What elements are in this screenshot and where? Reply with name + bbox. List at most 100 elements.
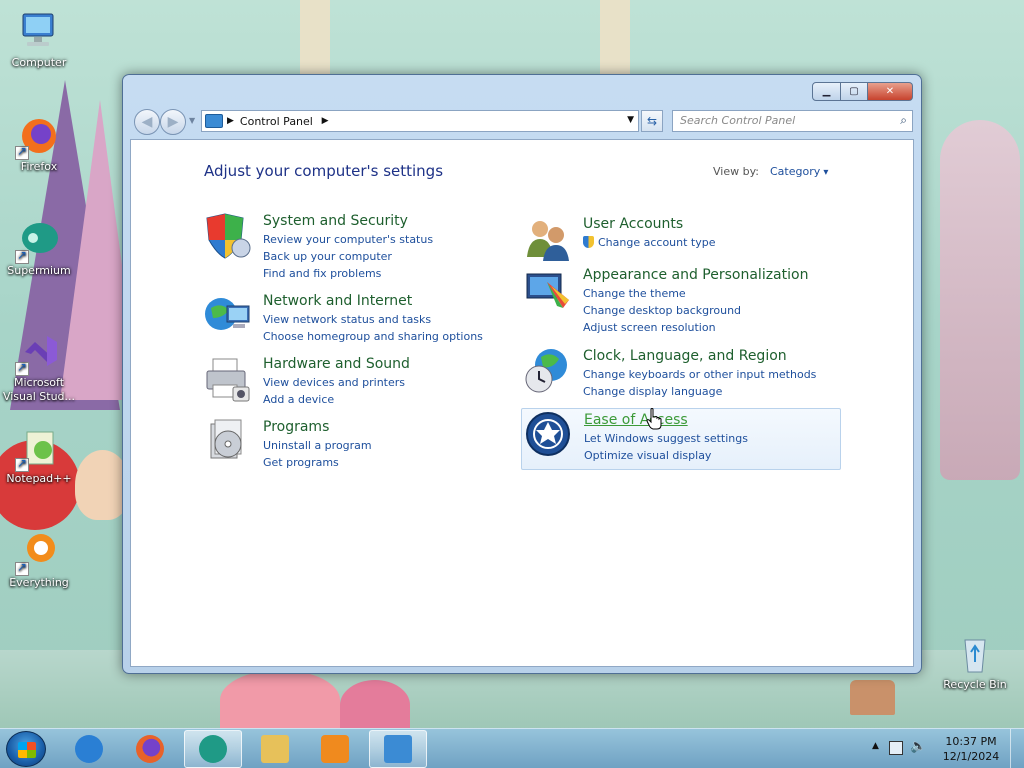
- task-link[interactable]: Add a device: [263, 391, 410, 408]
- back-button[interactable]: ◀: [134, 109, 160, 135]
- category-title[interactable]: Hardware and Sound: [263, 355, 410, 374]
- task-link[interactable]: Get programs: [263, 454, 372, 471]
- desktop-icon-label: Microsoft Visual Stud...: [2, 376, 76, 403]
- volume-icon[interactable]: 🔈: [910, 739, 926, 754]
- monitor-paint-icon: [523, 266, 573, 316]
- recycle-bin-icon: [953, 632, 997, 676]
- desktop-icon-label: Notepad++: [6, 472, 72, 485]
- task-link[interactable]: Change display language: [583, 383, 816, 400]
- task-link[interactable]: Find and fix problems: [263, 265, 433, 282]
- supermium-icon: [199, 735, 227, 763]
- maximize-button[interactable]: ▢: [841, 82, 868, 101]
- breadcrumb-control-panel[interactable]: Control Panel: [240, 115, 313, 128]
- view-by-dropdown[interactable]: Category: [770, 165, 828, 178]
- desktop-icon-notepadpp[interactable]: Notepad++: [1, 426, 77, 486]
- taskbar-supermium[interactable]: [184, 730, 242, 768]
- control-panel-icon: [384, 735, 412, 763]
- task-link[interactable]: Adjust screen resolution: [583, 319, 808, 336]
- show-hidden-icons-icon[interactable]: ▲: [872, 741, 879, 751]
- shortcut-arrow-icon: [15, 248, 29, 264]
- control-panel-window[interactable]: ▁ ▢ ✕ ◀ ▶ ▼ ▶ Control Panel ▶ ▼ ⇆ Search…: [122, 74, 922, 674]
- shortcut-arrow-icon: [15, 560, 29, 576]
- window-controls: ▁ ▢ ✕: [812, 82, 913, 101]
- task-link[interactable]: View network status and tasks: [263, 311, 483, 328]
- clock-date: 12/1/2024: [942, 750, 1000, 763]
- task-link-label[interactable]: Change account type: [598, 236, 716, 249]
- start-button[interactable]: [6, 731, 46, 767]
- taskbar-control-panel[interactable]: [369, 730, 427, 768]
- taskbar-media-player[interactable]: [306, 730, 364, 768]
- desktop-icon-supermium[interactable]: Supermium: [1, 218, 77, 278]
- wallpaper-cake: [850, 680, 895, 715]
- task-link[interactable]: Review your computer's status: [263, 231, 433, 248]
- task-link[interactable]: Optimize visual display: [584, 447, 748, 464]
- shortcut-arrow-icon: [15, 456, 29, 472]
- desktop-icon-label: Everything: [9, 576, 69, 589]
- category-title[interactable]: Network and Internet: [263, 292, 483, 311]
- refresh-button[interactable]: ⇆: [641, 110, 663, 132]
- task-link[interactable]: Back up your computer: [263, 248, 433, 265]
- search-placeholder: Search Control Panel: [680, 114, 796, 127]
- users-icon: [523, 215, 573, 265]
- hand-cursor-icon: [646, 408, 662, 430]
- taskbar-firefox[interactable]: [121, 730, 179, 768]
- taskbar-internet-explorer[interactable]: [60, 730, 118, 768]
- content-pane: Adjust your computer's settings View by:…: [130, 139, 914, 667]
- category-title[interactable]: Ease of Access: [584, 411, 748, 430]
- desktop-icon-firefox[interactable]: Firefox: [1, 114, 77, 174]
- desktop-icon-everything[interactable]: Everything: [1, 530, 77, 590]
- category-title[interactable]: Appearance and Personalization: [583, 266, 808, 285]
- desktop-icon-label: Supermium: [7, 264, 71, 277]
- forward-button[interactable]: ▶: [160, 109, 186, 135]
- notepadpp-icon: [15, 426, 61, 472]
- control-panel-icon: [205, 114, 223, 128]
- task-link[interactable]: Let Windows suggest settings: [584, 430, 748, 447]
- desktop-icon-label: Recycle Bin: [943, 678, 1007, 691]
- clock[interactable]: 10:37 PM 12/1/2024: [940, 734, 1002, 764]
- address-dropdown-icon[interactable]: ▼: [627, 115, 634, 125]
- desktop-icon-label: Firefox: [20, 160, 58, 173]
- ease-of-access-icon: [524, 410, 574, 460]
- supermium-icon: [15, 218, 61, 264]
- shortcut-arrow-icon: [15, 360, 29, 376]
- task-link[interactable]: Change desktop background: [583, 302, 808, 319]
- internet-explorer-icon: [75, 735, 103, 763]
- clock-time: 10:37 PM: [945, 735, 997, 748]
- task-link[interactable]: Uninstall a program: [263, 437, 372, 454]
- task-link[interactable]: Change the theme: [583, 285, 808, 302]
- task-link[interactable]: View devices and printers: [263, 374, 410, 391]
- desktop-icon-computer[interactable]: Computer: [1, 10, 77, 70]
- search-input[interactable]: Search Control Panel ⌕: [672, 110, 913, 132]
- arrow-right-icon: ▶: [167, 114, 179, 130]
- address-bar[interactable]: ▶ Control Panel ▶ ▼: [201, 110, 639, 132]
- category-ease-of-access[interactable]: Ease of Access Let Windows suggest setti…: [521, 408, 841, 470]
- task-link[interactable]: Choose homegroup and sharing options: [263, 328, 483, 345]
- minimize-button[interactable]: ▁: [812, 82, 841, 101]
- desktop-icon-visual-studio[interactable]: Microsoft Visual Stud...: [1, 330, 77, 404]
- task-link[interactable]: Change keyboards or other input methods: [583, 366, 816, 383]
- taskbar: ▲ 🔈 10:37 PM 12/1/2024: [0, 728, 1024, 768]
- category-title[interactable]: System and Security: [263, 212, 433, 231]
- everything-icon: [15, 530, 61, 576]
- category-title[interactable]: Programs: [263, 418, 372, 437]
- computer-icon: [17, 10, 61, 54]
- wallpaper-tree: [300, 0, 330, 75]
- uac-shield-icon: [583, 236, 594, 248]
- desktop-icon-recycle-bin[interactable]: Recycle Bin: [937, 632, 1013, 692]
- network-icon[interactable]: [889, 741, 903, 755]
- category-title[interactable]: User Accounts: [583, 215, 716, 234]
- breadcrumb-separator-icon[interactable]: ▶: [227, 116, 234, 126]
- category-title[interactable]: Clock, Language, and Region: [583, 347, 816, 366]
- recent-pages-dropdown[interactable]: ▼: [189, 116, 195, 125]
- close-button[interactable]: ✕: [868, 82, 913, 101]
- show-desktop-button[interactable]: [1010, 729, 1024, 768]
- search-icon[interactable]: ⌕: [900, 113, 907, 128]
- wallpaper-flower: [340, 680, 410, 728]
- taskbar-file-explorer[interactable]: [246, 730, 304, 768]
- breadcrumb-chevron-icon[interactable]: ▶: [316, 116, 329, 126]
- system-tray: ▲ 🔈 10:37 PM 12/1/2024: [864, 729, 1024, 768]
- network-globe-icon: [203, 292, 253, 342]
- task-link[interactable]: Change account type: [583, 234, 716, 251]
- shield-icon: [203, 212, 253, 262]
- wallpaper-flower: [220, 670, 340, 728]
